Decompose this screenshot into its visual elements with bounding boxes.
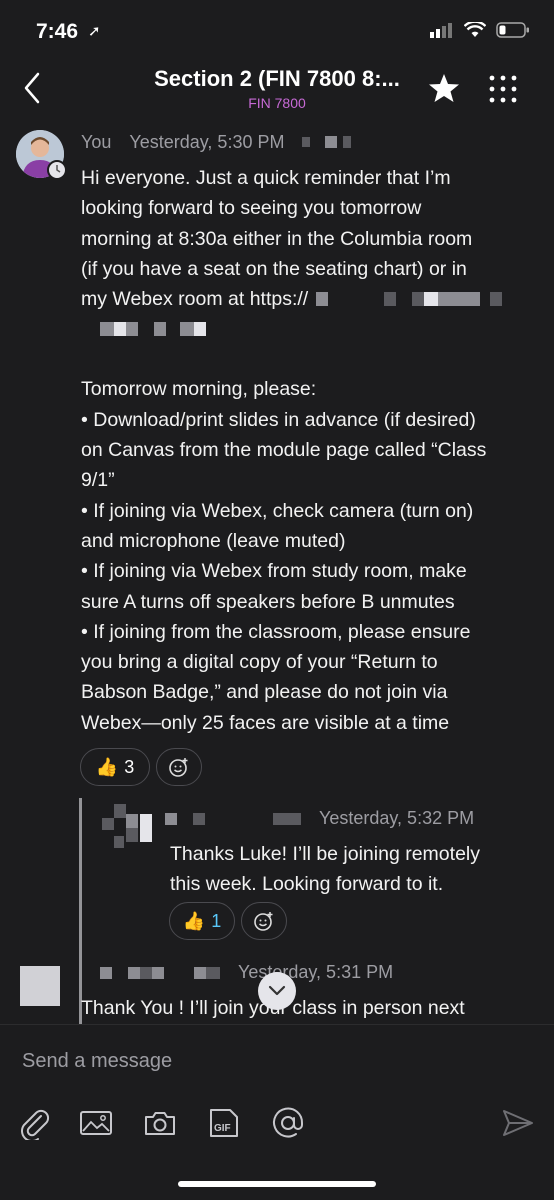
camera-button[interactable] [140,1103,180,1143]
message-line: • If joining via Webex, check camera (tu… [81,499,474,522]
status-bar: 7:46 ➚ [0,0,554,60]
message-input[interactable]: Send a message [22,1050,172,1073]
message-line: and microphone (leave muted) [81,529,346,552]
message-line: Thanks Luke! I’ll be joining remotely [170,843,480,865]
send-button[interactable] [498,1103,538,1143]
avatar[interactable] [100,800,154,852]
battery-icon [496,22,529,38]
star-icon [429,74,459,102]
clock-badge-icon [47,160,67,180]
send-icon [503,1110,533,1136]
at-icon [273,1107,304,1138]
camera-icon [145,1112,175,1135]
message-line: on Canvas from the module page called “C… [81,439,487,462]
avatar[interactable] [20,966,60,1006]
message-line: Babson Badge,” and please do not join vi… [81,681,448,704]
grid-dots-icon [489,75,517,103]
redacted-url-line [81,314,541,344]
chat-header: Section 2 (FIN 7800 8:... FIN 7800 [0,60,554,118]
message-sender[interactable]: You [81,132,111,153]
composer: Send a message GIF [0,1024,554,1200]
message-line: this week. Looking forward to it. [170,873,444,896]
gif-button[interactable]: GIF [204,1103,244,1143]
message-line: (if you have a seat on the seating chart… [81,257,467,280]
favorite-button[interactable] [428,72,460,104]
chevron-down-icon [268,985,286,996]
more-options-button[interactable] [488,74,518,104]
thumbs-up-icon: 👍 [182,910,206,931]
add-reaction-button[interactable] [241,902,287,940]
smiley-add-icon [254,912,273,931]
composer-toolbar: GIF [0,1103,554,1147]
message-timestamp: Yesterday, 5:30 PM [129,132,285,152]
mention-button[interactable] [268,1103,308,1143]
message-line: my Webex room at https:// [81,288,309,311]
thread-line [79,798,82,1024]
message-line: • Download/print slides in advance (if d… [81,408,476,431]
channel-subtitle: FIN 7800 [248,95,306,111]
attach-button[interactable] [14,1103,54,1143]
cellular-signal-icon [430,23,452,38]
message-line: Webex—only 25 faces are visible at a tim… [81,711,450,734]
thumbs-up-icon: 👍 [95,756,119,777]
paperclip-icon [21,1109,50,1140]
message-line: Hi everyone. Just a quick reminder that … [81,167,451,189]
message-body[interactable]: Hi everyone. Just a quick reminder that … [81,163,541,738]
reaction-thumbs-up[interactable]: 👍 1 [169,902,235,940]
message-line: sure A turns off speakers before B unmut… [81,590,455,613]
location-arrow-icon: ➚ [88,23,101,40]
message-line: 9/1” [81,469,115,492]
image-icon [80,1111,112,1135]
message-body[interactable]: Thank You ! I’ll join your class in pers… [81,993,551,1023]
svg-text:GIF: GIF [214,1123,231,1134]
add-reaction-button[interactable] [156,748,202,786]
status-indicators [430,22,530,38]
smiley-add-icon [169,758,188,777]
wifi-icon [464,22,486,37]
reaction-count: 3 [124,756,135,777]
home-indicator [178,1181,376,1187]
message-list[interactable]: You Yesterday, 5:30 PM Hi everyone. Just… [0,118,554,1024]
redacted-block [302,134,352,152]
message-line: • If joining from the classroom, please … [81,620,471,643]
message-line: • If joining via Webex from study room, … [81,560,467,583]
message-timestamp: Yesterday, 5:32 PM [319,808,475,828]
reply-body[interactable]: Thanks Luke! I’ll be joining remotely th… [170,839,540,900]
scroll-to-bottom-button[interactable] [258,972,296,1010]
message-line: Tomorrow morning, please: [81,378,317,401]
redacted-url [316,292,503,307]
gif-icon: GIF [210,1109,238,1137]
image-button[interactable] [76,1103,116,1143]
message-line: you bring a digital copy of your “Return… [81,651,438,674]
message-line: morning at 8:30a either in the Columbia … [81,227,473,250]
reaction-thumbs-up[interactable]: 👍 3 [80,748,150,786]
reaction-count: 1 [211,910,222,931]
status-time: 7:46 [36,20,79,43]
message-line: looking forward to seeing you tomorrow [81,197,422,220]
channel-title[interactable]: Section 2 (FIN 7800 8:... [0,66,554,92]
